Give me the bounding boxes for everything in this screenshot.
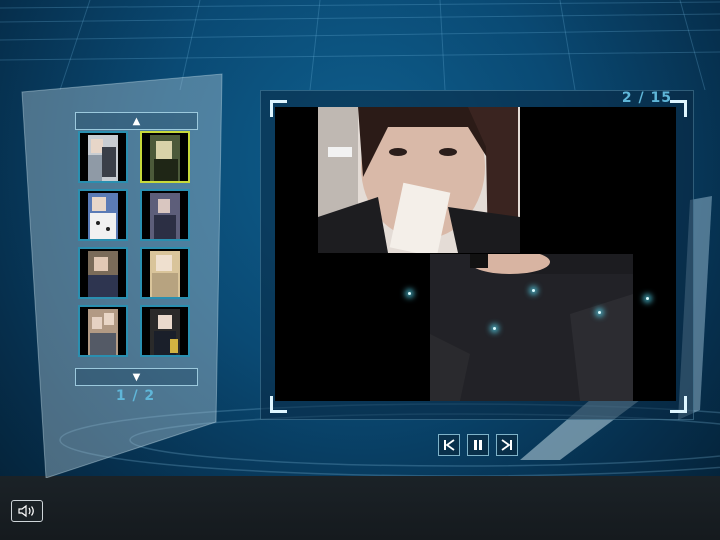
viewer-corner-top-left xyxy=(270,100,287,117)
thumb-1-photo xyxy=(88,135,118,181)
sparkle xyxy=(598,311,601,314)
first-slide-button[interactable] xyxy=(438,434,460,456)
slide-counter: 2 / 15 xyxy=(621,90,672,106)
main-photo[interactable] xyxy=(275,107,676,401)
thumb-2[interactable] xyxy=(140,131,190,183)
thumb-8[interactable] xyxy=(140,305,190,357)
sparkle xyxy=(532,289,535,292)
skip-last-icon xyxy=(501,439,512,451)
thumb-5-photo xyxy=(88,251,118,297)
skip-first-icon xyxy=(444,439,455,451)
thumb-2-photo xyxy=(150,135,180,181)
bottom-bar xyxy=(0,476,720,540)
thumb-6-photo xyxy=(150,251,180,297)
thumb-1[interactable] xyxy=(78,131,128,183)
sparkle xyxy=(493,327,496,330)
thumb-7[interactable] xyxy=(78,305,128,357)
thumbnail-page-label: 1 / 2 xyxy=(115,388,156,404)
photo-tile-bottom xyxy=(430,254,633,401)
thumb-6[interactable] xyxy=(140,247,190,299)
photo-tile-top-image xyxy=(318,107,520,253)
thumb-3-photo xyxy=(88,193,118,239)
sparkle xyxy=(408,292,411,295)
pause-button[interactable] xyxy=(467,434,489,456)
photo-tile-bottom-image xyxy=(430,254,633,401)
slideshow-stage: ▲ ▼ 1 / 2 2 / 15 xyxy=(0,0,720,540)
pause-icon xyxy=(474,440,482,450)
thumbnails-up-button[interactable]: ▲ xyxy=(75,112,198,130)
triangle-down-icon: ▼ xyxy=(132,371,141,383)
viewer-corner-bottom-right xyxy=(670,396,687,413)
thumb-3[interactable] xyxy=(78,189,128,241)
thumb-4-photo xyxy=(150,193,180,239)
thumbnails-down-button[interactable]: ▼ xyxy=(75,368,198,386)
volume-button[interactable] xyxy=(11,500,43,522)
thumb-5[interactable] xyxy=(78,247,128,299)
thumb-7-photo xyxy=(88,309,118,355)
viewer-corner-bottom-left xyxy=(270,396,287,413)
thumb-4[interactable] xyxy=(140,189,190,241)
photo-tile-top xyxy=(318,107,520,253)
sparkle xyxy=(646,297,649,300)
last-slide-button[interactable] xyxy=(496,434,518,456)
speaker-icon xyxy=(18,504,34,518)
triangle-up-icon: ▲ xyxy=(132,115,141,127)
viewer-corner-top-right xyxy=(670,100,687,117)
thumb-8-photo xyxy=(150,309,180,355)
